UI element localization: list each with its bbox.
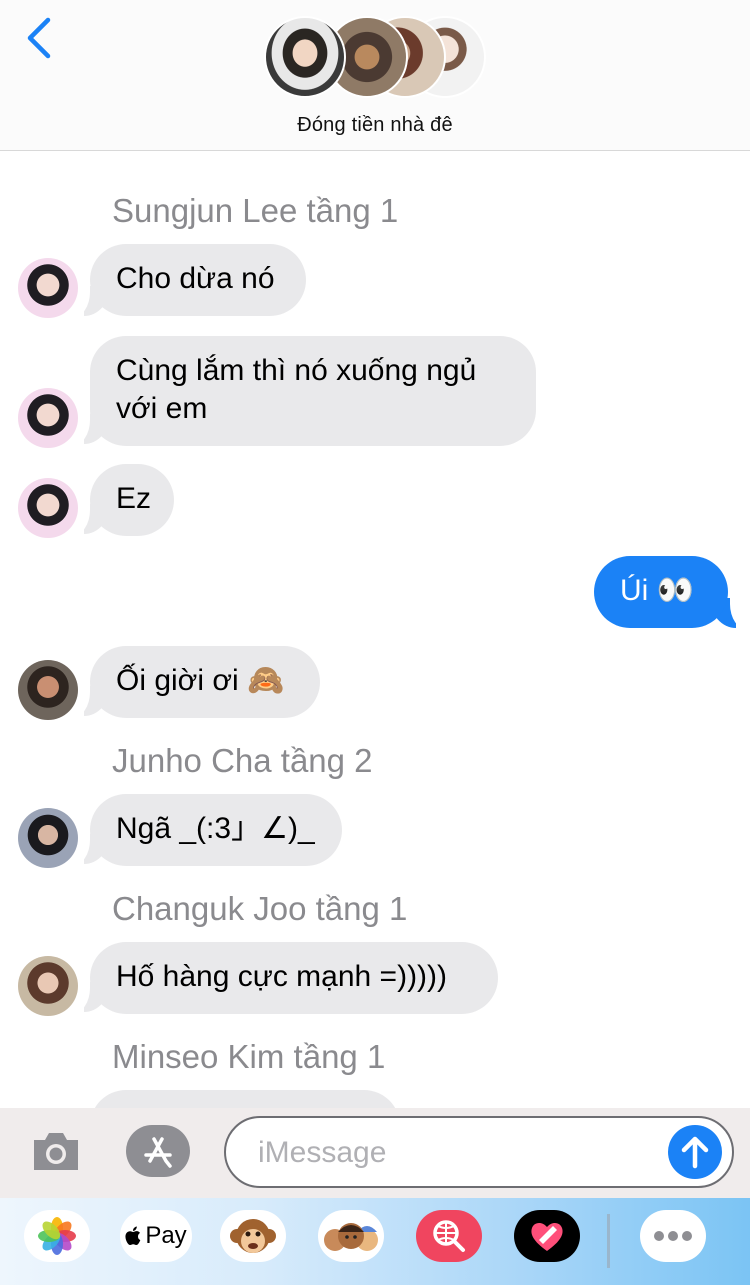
memoji-app[interactable] <box>318 1210 384 1262</box>
drawer-divider <box>607 1214 610 1268</box>
sender-avatar <box>18 258 78 318</box>
sender-name: Changuk Joo tầng 1 <box>112 890 408 927</box>
message-bubble[interactable]: Hố hàng cực mạnh =))))) <box>90 942 498 1014</box>
message-line: với em <box>116 392 208 425</box>
digital-touch-icon <box>531 1222 563 1251</box>
camera-button[interactable] <box>30 1130 82 1174</box>
sender-avatar <box>18 388 78 448</box>
chevron-left-icon <box>27 17 51 59</box>
apple-pay-icon <box>125 1226 141 1245</box>
sender-name: Sungjun Lee tầng 1 <box>112 192 399 229</box>
photos-app[interactable] <box>24 1210 90 1262</box>
conversation-header: Đóng tiền nhà đê <box>0 0 750 151</box>
sender-avatar <box>18 956 78 1016</box>
animoji-icon <box>230 1219 276 1253</box>
outgoing-message-bubble[interactable]: Úi 👀 <box>594 556 728 628</box>
message-bubble[interactable]: Ối giời ơi 🙈 <box>90 646 320 718</box>
more-icon <box>654 1231 692 1241</box>
app-store-icon <box>144 1137 172 1168</box>
app-store-button[interactable] <box>126 1125 190 1177</box>
message-field[interactable] <box>224 1116 734 1188</box>
memoji-icon <box>324 1223 378 1251</box>
web-search-app[interactable] <box>416 1210 482 1262</box>
sender-avatar <box>18 660 78 720</box>
photos-icon <box>38 1217 76 1255</box>
app-drawer: Pay <box>0 1198 750 1285</box>
message-bubble[interactable]: Cho dừa nó <box>90 244 306 316</box>
sender-name: Junho Cha tầng 2 <box>112 742 373 779</box>
conversation-title[interactable]: Đóng tiền nhà đê <box>0 114 750 137</box>
more-apps-button[interactable] <box>640 1210 706 1262</box>
sender-avatar <box>18 478 78 538</box>
group-member-avatar <box>264 16 346 98</box>
arrow-up-icon <box>681 1136 709 1169</box>
web-search-icon <box>433 1220 465 1252</box>
apple-pay-app[interactable]: Pay <box>120 1210 192 1262</box>
message-bubble[interactable]: Cùng lắm thì nó xuống ngủ với em <box>90 336 536 446</box>
sender-avatar <box>18 808 78 868</box>
back-button[interactable] <box>18 14 68 70</box>
digital-touch-app[interactable] <box>514 1210 580 1262</box>
animoji-app[interactable] <box>220 1210 286 1262</box>
message-bubble[interactable]: Ez <box>90 464 174 536</box>
camera-icon <box>34 1133 78 1170</box>
send-button[interactable] <box>668 1125 722 1179</box>
apple-pay-label: Pay <box>145 1222 187 1249</box>
message-bubble[interactable]: Ngã _(:3」∠)_ <box>90 794 342 866</box>
message-line: Cùng lắm thì nó xuống ngủ <box>116 354 477 387</box>
message-input[interactable] <box>256 1128 660 1178</box>
sender-name: Minseo Kim tầng 1 <box>112 1038 386 1075</box>
compose-bar <box>0 1108 750 1198</box>
group-avatar-stack[interactable] <box>264 16 486 100</box>
